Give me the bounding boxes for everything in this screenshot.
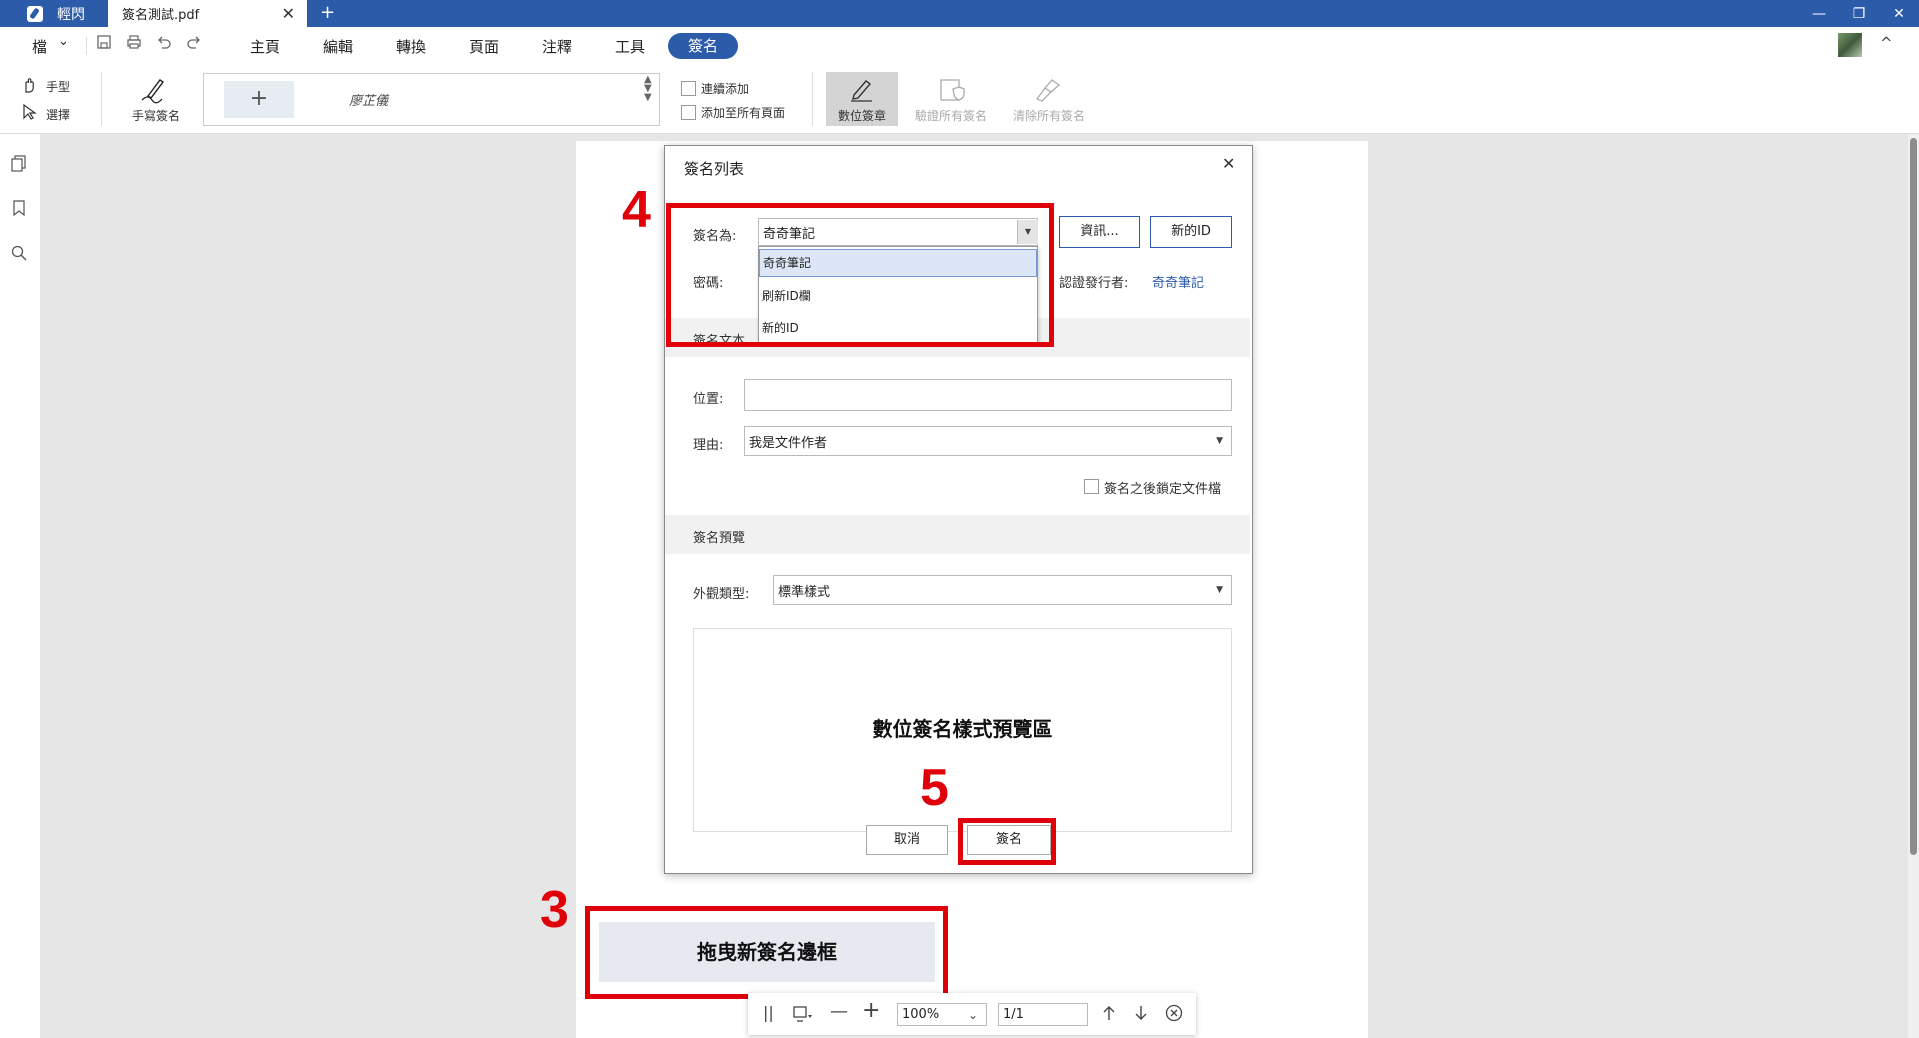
previous-page-icon[interactable] — [1101, 1004, 1117, 1026]
two-page-icon[interactable]: || — [763, 1003, 774, 1022]
annotation-box-step3 — [585, 906, 948, 999]
app-name: 輕閃 — [57, 6, 85, 23]
gallery-scroll-icon[interactable]: ▲ ▼ ▼ — [644, 75, 652, 103]
bookmark-icon[interactable] — [10, 199, 28, 221]
menu-annotate[interactable]: 注釋 — [542, 36, 572, 57]
dialog-title: 簽名列表 — [684, 160, 745, 178]
document-tab[interactable]: 簽名測試.pdf ✕ — [108, 0, 307, 27]
chevron-down-icon: ▼ — [1216, 436, 1223, 446]
menu-convert[interactable]: 轉換 — [396, 36, 426, 57]
add-signature-button[interactable]: + — [224, 81, 294, 118]
issuer-value: 奇奇筆記 — [1152, 276, 1205, 291]
search-icon[interactable] — [10, 244, 28, 266]
handwrite-signature-label: 手寫簽名 — [132, 109, 181, 123]
menu-page[interactable]: 頁面 — [469, 36, 499, 57]
menu-edit[interactable]: 編輯 — [323, 36, 353, 57]
menu-sign[interactable]: 簽名 — [668, 33, 738, 59]
menu-divider — [86, 37, 87, 55]
restore-button[interactable]: ❐ — [1839, 0, 1879, 27]
undo-icon[interactable] — [156, 34, 172, 54]
toolbar-divider — [812, 72, 813, 126]
location-input[interactable] — [744, 379, 1232, 411]
preview-placeholder-text: 數位簽名樣式預覽區 — [872, 717, 1053, 741]
menu-tools[interactable]: 工具 — [615, 36, 645, 57]
menu-file[interactable]: 檔 — [32, 36, 47, 57]
verify-signatures-button[interactable] — [938, 77, 966, 107]
broom-icon — [1035, 79, 1061, 102]
handwrite-signature-button[interactable] — [140, 76, 170, 108]
avatar[interactable] — [1838, 33, 1862, 57]
close-tab-icon[interactable]: ✕ — [282, 4, 295, 23]
document-tab-title: 簽名測試.pdf — [122, 8, 200, 23]
location-label: 位置: — [693, 392, 724, 407]
annotation-box-step4 — [666, 203, 1054, 347]
zoom-out-icon[interactable]: — — [830, 1001, 848, 1022]
lock-after-sign-label: 簽名之後鎖定文件檔 — [1104, 482, 1222, 497]
menu-bar — [0, 27, 1919, 65]
reason-value: 我是文件作者 — [749, 435, 828, 451]
close-window-button[interactable]: ✕ — [1879, 0, 1919, 27]
clear-signatures-label: 清除所有簽名 — [1013, 109, 1086, 123]
menu-home[interactable]: 主頁 — [250, 36, 280, 57]
annotation-box-step5 — [958, 818, 1056, 865]
continuous-add-checkbox[interactable] — [681, 81, 696, 96]
new-id-button[interactable]: 新的ID — [1150, 216, 1232, 248]
continuous-add-label: 連續添加 — [701, 82, 750, 96]
info-button[interactable]: 資訊... — [1059, 216, 1140, 248]
app-logo-icon — [27, 5, 43, 22]
left-sidebar — [0, 134, 40, 1038]
chevron-down-icon: ▼ — [1216, 585, 1223, 595]
save-icon[interactable] — [96, 34, 112, 54]
print-icon[interactable] — [126, 34, 142, 54]
minimize-button[interactable]: — — [1799, 0, 1839, 27]
hand-tool-label: 手型 — [46, 80, 71, 94]
app-tab[interactable]: 輕閃 — [0, 0, 108, 27]
zoom-value: 100% — [902, 1007, 940, 1022]
fit-page-icon[interactable] — [792, 1005, 814, 1027]
add-all-pages-checkbox[interactable] — [681, 105, 696, 120]
appearance-label: 外觀類型: — [693, 587, 750, 602]
next-page-icon[interactable] — [1133, 1004, 1149, 1026]
reason-select[interactable]: 我是文件作者 ▼ — [744, 426, 1232, 456]
annotation-step5: 5 — [920, 759, 949, 817]
select-tool-label: 選擇 — [46, 108, 71, 122]
hand-icon — [25, 78, 34, 93]
chevron-up-icon[interactable]: ^ — [1880, 34, 1893, 52]
cursor-icon — [23, 103, 37, 120]
scrollbar-thumb[interactable] — [1910, 138, 1917, 855]
appearance-value: 標準樣式 — [778, 584, 831, 600]
signature-preview-section — [665, 515, 1250, 554]
clear-signatures-button[interactable] — [1034, 77, 1064, 107]
reason-label: 理由: — [693, 438, 724, 453]
toolbar-divider — [101, 72, 102, 126]
shield-document-icon — [940, 79, 965, 101]
appearance-select[interactable]: 標準樣式 ▼ — [773, 575, 1232, 605]
signature-preview-heading: 簽名預覽 — [693, 531, 746, 546]
new-tab-button[interactable]: + — [320, 2, 335, 23]
zoom-select[interactable]: 100% ⌄ — [897, 1003, 987, 1026]
verify-signatures-label: 驗證所有簽名 — [915, 109, 988, 123]
dialog-close-icon[interactable]: ✕ — [1222, 154, 1235, 173]
pages-icon[interactable] — [10, 154, 28, 176]
chevron-down-icon[interactable]: ⌄ — [58, 34, 69, 49]
issuer-label: 認證發行者: — [1059, 276, 1129, 291]
select-tool[interactable] — [20, 103, 38, 125]
zoom-in-icon[interactable]: + — [862, 998, 880, 1023]
annotation-step4: 4 — [622, 181, 651, 239]
cancel-button[interactable]: 取消 — [866, 825, 948, 855]
redo-icon[interactable] — [186, 34, 202, 54]
pen-signature-icon — [141, 79, 165, 104]
digital-sign-label: 數位簽章 — [838, 109, 887, 123]
digital-pen-icon — [848, 77, 876, 107]
annotation-step3: 3 — [540, 881, 569, 939]
hand-tool[interactable] — [20, 76, 38, 98]
saved-signature[interactable]: 廖芷儀 — [349, 90, 388, 109]
close-bar-icon[interactable] — [1165, 1004, 1183, 1026]
page-number-input[interactable]: 1/1 — [998, 1003, 1088, 1026]
chevron-down-icon: ⌄ — [967, 1007, 978, 1022]
page-number-value: 1/1 — [1003, 1007, 1024, 1022]
lock-after-sign-checkbox[interactable] — [1084, 479, 1099, 494]
add-all-pages-label: 添加至所有頁面 — [701, 106, 786, 120]
